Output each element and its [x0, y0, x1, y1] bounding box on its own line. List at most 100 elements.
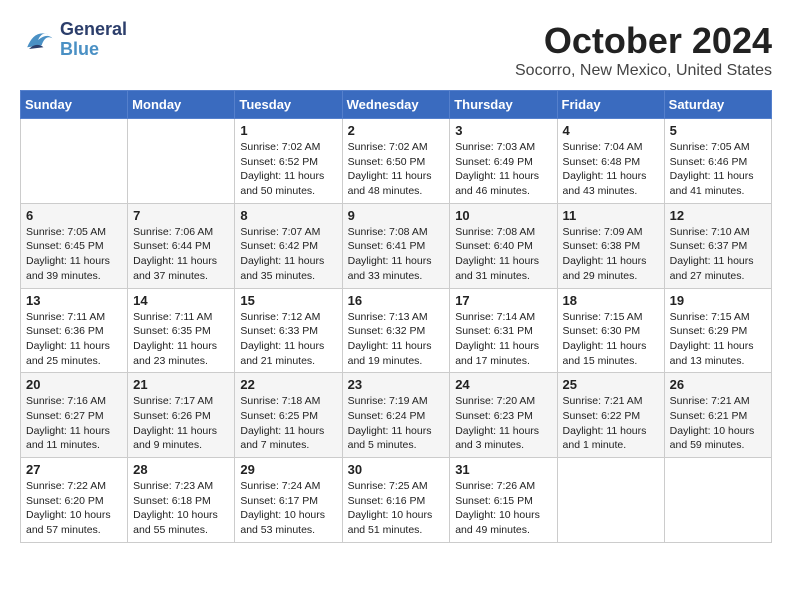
day-number: 8 [240, 208, 336, 223]
cell-line: Sunrise: 7:15 AM [563, 310, 659, 325]
calendar-cell: 24 Sunrise: 7:20 AMSunset: 6:23 PMDayligh… [450, 373, 557, 458]
day-number: 12 [670, 208, 766, 223]
cell-line: Daylight: 11 hours and 46 minutes. [455, 169, 551, 198]
cell-line: Sunrise: 7:16 AM [26, 394, 122, 409]
day-number: 7 [133, 208, 229, 223]
day-number: 13 [26, 293, 122, 308]
calendar-cell: 25Sunrise: 7:21 AMSunset: 6:22 PMDayligh… [557, 373, 664, 458]
day-number: 24 [455, 377, 551, 392]
calendar-week-2: 6Sunrise: 7:05 AMSunset: 6:45 PMDaylight… [21, 203, 772, 288]
cell-line: Daylight: 11 hours and 9 minutes. [133, 424, 229, 453]
cell-line: Sunset: 6:40 PM [455, 239, 551, 254]
cell-line: Daylight: 11 hours and 50 minutes. [240, 169, 336, 198]
day-number: 30 [348, 462, 445, 477]
cell-line: Sunrise: 7:26 AM [455, 479, 551, 494]
cell-line: Sunrise: 7:17 AM [133, 394, 229, 409]
calendar-cell: 6Sunrise: 7:05 AMSunset: 6:45 PMDaylight… [21, 203, 128, 288]
cell-line: Sunrise: 7:21 AM [670, 394, 766, 409]
cell-line: Sunset: 6:36 PM [26, 324, 122, 339]
day-header-saturday: Saturday [664, 91, 771, 119]
month-title: October 2024 [515, 20, 772, 62]
day-number: 17 [455, 293, 551, 308]
cell-line: Sunrise: 7:22 AM [26, 479, 122, 494]
cell-line: Sunrise: 7:18 AM [240, 394, 336, 409]
cell-line: Sunset: 6:30 PM [563, 324, 659, 339]
logo-text: General Blue [60, 20, 127, 60]
day-number: 23 [348, 377, 445, 392]
cell-line: Sunset: 6:22 PM [563, 409, 659, 424]
cell-line: Daylight: 11 hours and 31 minutes. [455, 254, 551, 283]
calendar-cell: 19Sunrise: 7:15 AMSunset: 6:29 PMDayligh… [664, 288, 771, 373]
day-header-tuesday: Tuesday [235, 91, 342, 119]
cell-line: Daylight: 10 hours and 49 minutes. [455, 508, 551, 537]
cell-line: Sunrise: 7:15 AM [670, 310, 766, 325]
cell-line: Sunset: 6:52 PM [240, 155, 336, 170]
cell-content: Sunrise: 7:15 AMSunset: 6:29 PMDaylight:… [670, 310, 766, 369]
cell-line: Sunset: 6:26 PM [133, 409, 229, 424]
day-number: 27 [26, 462, 122, 477]
calendar-cell: 27Sunrise: 7:22 AMSunset: 6:20 PMDayligh… [21, 458, 128, 543]
cell-line: Daylight: 11 hours and 41 minutes. [670, 169, 766, 198]
calendar-cell [664, 458, 771, 543]
cell-line: Daylight: 11 hours and 19 minutes. [348, 339, 445, 368]
cell-line: Daylight: 11 hours and 7 minutes. [240, 424, 336, 453]
calendar-cell: 30Sunrise: 7:25 AMSunset: 6:16 PMDayligh… [342, 458, 450, 543]
day-header-monday: Monday [128, 91, 235, 119]
day-header-wednesday: Wednesday [342, 91, 450, 119]
calendar-table: SundayMondayTuesdayWednesdayThursdayFrid… [20, 90, 772, 543]
cell-content: Sunrise: 7:09 AMSunset: 6:38 PMDaylight:… [563, 225, 659, 284]
cell-line: Daylight: 10 hours and 57 minutes. [26, 508, 122, 537]
day-number: 2 [348, 123, 445, 138]
calendar-cell: 8 Sunrise: 7:07 AMSunset: 6:42 PMDaylight… [235, 203, 342, 288]
cell-content: Sunrise: 7:20 AMSunset: 6:23 PMDaylight:… [455, 394, 551, 453]
cell-line: Daylight: 10 hours and 59 minutes. [670, 424, 766, 453]
calendar-cell: 15Sunrise: 7:12 AMSunset: 6:33 PMDayligh… [235, 288, 342, 373]
cell-line: Sunset: 6:49 PM [455, 155, 551, 170]
calendar-cell: 3Sunrise: 7:03 AMSunset: 6:49 PMDaylight… [450, 119, 557, 204]
day-header-friday: Friday [557, 91, 664, 119]
calendar-cell: 11Sunrise: 7:09 AMSunset: 6:38 PMDayligh… [557, 203, 664, 288]
calendar-cell: 12Sunrise: 7:10 AMSunset: 6:37 PMDayligh… [664, 203, 771, 288]
cell-content: Sunrise: 7:04 AMSunset: 6:48 PMDaylight:… [563, 140, 659, 199]
day-number: 6 [26, 208, 122, 223]
cell-line: Sunset: 6:15 PM [455, 494, 551, 509]
cell-line: Daylight: 11 hours and 37 minutes. [133, 254, 229, 283]
logo-general-text: General [60, 20, 127, 40]
cell-line: Sunrise: 7:02 AM [240, 140, 336, 155]
logo-blue-text: Blue [60, 40, 127, 60]
cell-line: Daylight: 11 hours and 11 minutes. [26, 424, 122, 453]
cell-line: Daylight: 11 hours and 15 minutes. [563, 339, 659, 368]
cell-line: Daylight: 11 hours and 43 minutes. [563, 169, 659, 198]
cell-content: Sunrise: 7:07 AMSunset: 6:42 PMDaylight:… [240, 225, 336, 284]
cell-content: Sunrise: 7:12 AMSunset: 6:33 PMDaylight:… [240, 310, 336, 369]
cell-line: Sunset: 6:23 PM [455, 409, 551, 424]
calendar-week-5: 27Sunrise: 7:22 AMSunset: 6:20 PMDayligh… [21, 458, 772, 543]
day-number: 29 [240, 462, 336, 477]
calendar-cell: 5Sunrise: 7:05 AMSunset: 6:46 PMDaylight… [664, 119, 771, 204]
title-block: October 2024 Socorro, New Mexico, United… [515, 20, 772, 80]
cell-content: Sunrise: 7:06 AMSunset: 6:44 PMDaylight:… [133, 225, 229, 284]
cell-line: Sunrise: 7:04 AM [563, 140, 659, 155]
cell-content: Sunrise: 7:11 AMSunset: 6:35 PMDaylight:… [133, 310, 229, 369]
day-number: 10 [455, 208, 551, 223]
cell-line: Sunrise: 7:08 AM [455, 225, 551, 240]
cell-line: Sunrise: 7:06 AM [133, 225, 229, 240]
cell-content: Sunrise: 7:02 AMSunset: 6:52 PMDaylight:… [240, 140, 336, 199]
cell-line: Daylight: 11 hours and 1 minute. [563, 424, 659, 453]
calendar-cell: 14Sunrise: 7:11 AMSunset: 6:35 PMDayligh… [128, 288, 235, 373]
cell-line: Sunrise: 7:05 AM [670, 140, 766, 155]
calendar-cell [128, 119, 235, 204]
cell-line: Daylight: 11 hours and 3 minutes. [455, 424, 551, 453]
cell-line: Sunset: 6:41 PM [348, 239, 445, 254]
calendar-cell: 29Sunrise: 7:24 AMSunset: 6:17 PMDayligh… [235, 458, 342, 543]
cell-line: Sunset: 6:50 PM [348, 155, 445, 170]
cell-line: Sunset: 6:38 PM [563, 239, 659, 254]
cell-line: Sunrise: 7:20 AM [455, 394, 551, 409]
calendar-cell: 22Sunrise: 7:18 AMSunset: 6:25 PMDayligh… [235, 373, 342, 458]
calendar-week-3: 13Sunrise: 7:11 AMSunset: 6:36 PMDayligh… [21, 288, 772, 373]
day-number: 9 [348, 208, 445, 223]
cell-line: Daylight: 11 hours and 25 minutes. [26, 339, 122, 368]
calendar-cell [557, 458, 664, 543]
calendar-cell: 18Sunrise: 7:15 AMSunset: 6:30 PMDayligh… [557, 288, 664, 373]
cell-line: Sunrise: 7:19 AM [348, 394, 445, 409]
